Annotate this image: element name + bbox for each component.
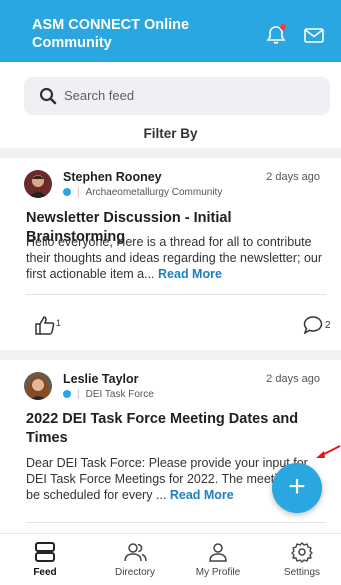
bottom-nav: Feed Directory My Profile Settings	[0, 533, 341, 585]
app-title: ASM CONNECT Online Community	[32, 17, 190, 51]
mail-icon[interactable]	[303, 25, 325, 45]
like-icon[interactable]	[34, 315, 56, 335]
nav-settings[interactable]: Settings	[262, 540, 341, 578]
nav-feed[interactable]: Feed	[5, 540, 85, 578]
notification-dot	[280, 24, 286, 30]
create-post-button[interactable]: +	[272, 463, 322, 513]
feed-post[interactable]: Stephen Rooney 2 days ago | Archaeometall…	[12, 158, 331, 348]
divider	[0, 148, 341, 158]
divider	[0, 350, 341, 360]
comment-count: 2	[325, 320, 331, 331]
post-time: 2 days ago	[266, 373, 320, 385]
nav-my-profile[interactable]: My Profile	[178, 540, 258, 578]
post-excerpt: Hello everyone, Here is a thread for all…	[26, 235, 323, 281]
post-community: | DEI Task Force	[63, 389, 154, 400]
chat-bubble-icon	[63, 188, 71, 196]
filter-by-button[interactable]: Filter By	[0, 126, 341, 141]
nav-directory[interactable]: Directory	[95, 540, 175, 578]
avatar	[24, 170, 52, 198]
comment-icon[interactable]	[303, 316, 323, 334]
search-placeholder: Search feed	[64, 88, 135, 103]
post-author[interactable]: Stephen Rooney	[63, 170, 162, 184]
divider	[26, 294, 326, 295]
search-input[interactable]: Search feed	[24, 77, 330, 115]
profile-icon	[209, 543, 227, 562]
like-count: 1	[56, 318, 62, 328]
post-author[interactable]: Leslie Taylor	[63, 372, 139, 386]
read-more-link[interactable]: Read More	[158, 267, 222, 281]
read-more-link[interactable]: Read More	[170, 488, 234, 502]
post-title[interactable]: 2022 DEI Task Force Meeting Dates and Ti…	[26, 410, 326, 448]
divider	[26, 522, 326, 523]
post-time: 2 days ago	[266, 171, 320, 183]
avatar	[24, 372, 52, 400]
chat-bubble-icon	[63, 390, 71, 398]
search-icon	[39, 87, 57, 105]
annotation-arrow-icon	[316, 445, 341, 458]
feed-icon	[35, 542, 55, 562]
settings-icon	[291, 542, 313, 563]
directory-icon	[124, 543, 147, 562]
app-header: ASM CONNECT Online Community	[0, 0, 341, 62]
post-community: | Archaeometallurgy Community	[63, 187, 222, 198]
